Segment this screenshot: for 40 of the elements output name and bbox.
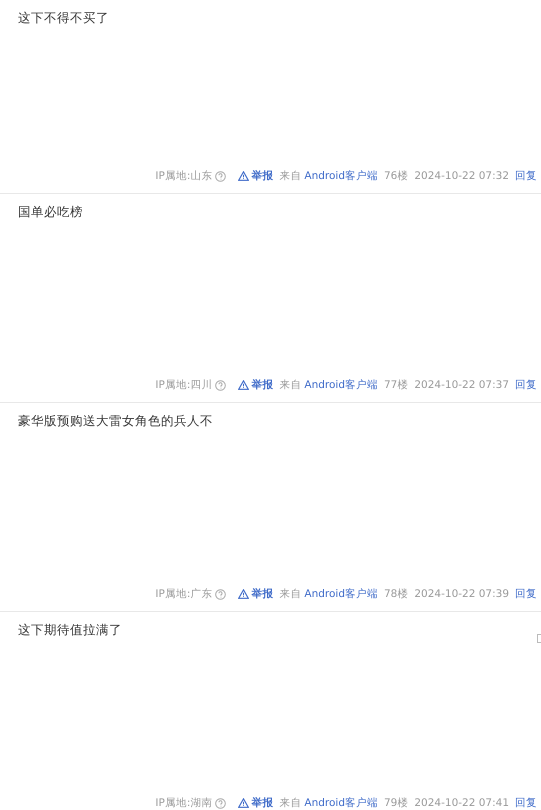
ip-location: IP属地:湖南	[155, 796, 212, 810]
floor-number: 76楼	[384, 169, 408, 183]
floor-number: 78楼	[384, 587, 408, 601]
ip-location: IP属地:四川	[155, 378, 212, 392]
warning-icon	[238, 380, 250, 390]
report-link[interactable]: 举报	[238, 169, 274, 183]
post-time: 2024-10-22 07:39	[414, 588, 509, 600]
client-link[interactable]: Android客户端	[304, 796, 378, 810]
reply-link[interactable]: 回复	[515, 378, 537, 392]
source-label: 来自	[279, 378, 302, 392]
post-time: 2024-10-22 07:37	[414, 379, 509, 391]
client-link[interactable]: Android客户端	[304, 378, 378, 392]
help-icon[interactable]	[215, 798, 226, 808]
report-link[interactable]: 举报	[238, 378, 274, 392]
source-label: 来自	[279, 587, 302, 601]
help-icon[interactable]	[215, 170, 226, 182]
reply-link[interactable]: 回复	[515, 796, 537, 810]
warning-icon	[238, 589, 250, 599]
post-time: 2024-10-22 07:32	[414, 170, 509, 182]
post-text: 国单必吃榜	[18, 203, 84, 221]
ip-location: IP属地:山东	[155, 169, 212, 183]
reply-link[interactable]: 回复	[515, 169, 537, 183]
source-label: 来自	[279, 169, 302, 183]
post-text: 这下期待值拉满了	[18, 621, 123, 639]
reply-link[interactable]: 回复	[515, 587, 537, 601]
floor-number: 77楼	[384, 378, 408, 392]
post-text: 豪华版预购送大雷女角色的兵人不	[18, 412, 214, 430]
warning-icon	[238, 798, 250, 808]
post-text: 这下不得不买了	[18, 9, 110, 27]
report-link[interactable]: 举报	[238, 587, 274, 601]
help-icon[interactable]	[215, 588, 226, 600]
help-icon[interactable]	[215, 380, 226, 390]
client-link[interactable]: Android客户端	[304, 587, 378, 601]
warning-icon	[238, 171, 250, 181]
floor-number: 79楼	[384, 796, 408, 810]
client-link[interactable]: Android客户端	[304, 169, 378, 183]
report-link[interactable]: 举报	[238, 796, 274, 810]
ip-location: IP属地:广东	[155, 587, 212, 601]
post-time: 2024-10-22 07:41	[414, 797, 509, 809]
source-label: 来自	[279, 796, 302, 810]
